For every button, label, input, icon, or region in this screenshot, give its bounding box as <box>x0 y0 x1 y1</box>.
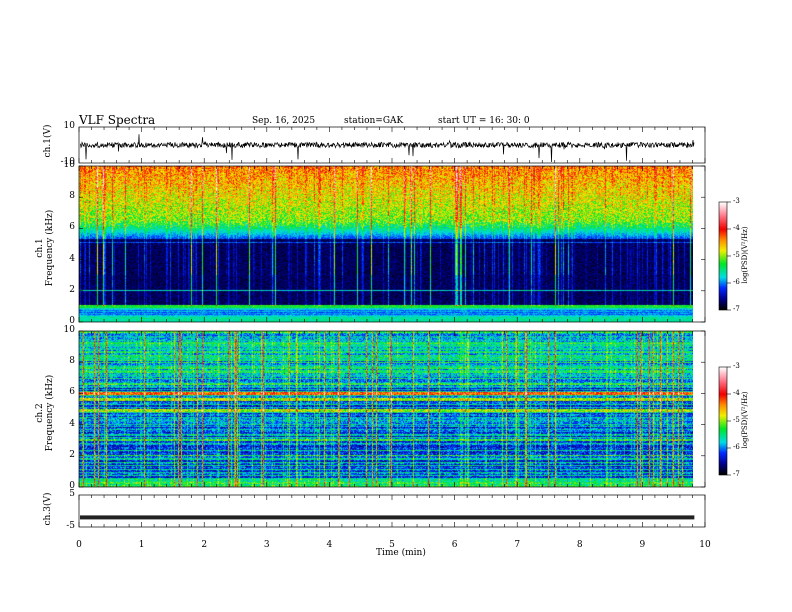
colorbar-tick-label: -3 <box>733 362 740 370</box>
panel-frame <box>78 165 706 323</box>
ch1-spec-ylabel: ch.1 Frequency (kHz) <box>35 198 55 298</box>
y-tick-label: 6 <box>69 387 75 398</box>
y-tick-label: 5 <box>69 489 75 499</box>
colorbar-tick-label: -6 <box>733 278 740 286</box>
panel-frame <box>78 330 706 488</box>
y-tick-label: 10 <box>63 160 75 170</box>
y-tick-label: 2 <box>69 284 75 295</box>
y-tick-label: 8 <box>69 356 75 367</box>
y-tick-label: 8 <box>69 191 75 202</box>
x-tick-label: 0 <box>76 540 82 550</box>
ch3-waveform-line <box>80 515 695 520</box>
vlf-spectra-figure: VLF Spectra Sep. 16, 2025 station=GAK st… <box>0 0 792 612</box>
y-tick-label: 10 <box>63 325 75 335</box>
y-tick-label: 6 <box>69 222 75 233</box>
colorbar-tick-label: -5 <box>733 416 740 424</box>
colorbar-tick-label: -4 <box>733 389 740 397</box>
colorbar-tick-label: -4 <box>733 224 740 232</box>
x-tick-label: 1 <box>138 540 145 550</box>
colorbar-tick-label: -7 <box>733 470 740 478</box>
x-tick-label: 6 <box>451 540 458 550</box>
x-tick-label: 7 <box>514 540 521 550</box>
ch3-ylabel: ch.3(V) <box>43 492 53 526</box>
colorbar-tick-label: -7 <box>733 305 740 313</box>
colorbar-tick-label: -6 <box>733 443 740 451</box>
x-tick-label: 4 <box>326 540 333 550</box>
x-tick-label: 8 <box>576 540 583 550</box>
colorbar-tick-label: -5 <box>733 251 740 259</box>
ch2-spec-ylabel-line2: Frequency (kHz) <box>45 374 55 452</box>
x-tick-label: 3 <box>263 540 270 550</box>
x-tick-label: 10 <box>699 540 711 550</box>
x-axis-label: Time (min) <box>376 548 426 558</box>
ch1-spec-ylabel-line1: ch.1 <box>35 238 45 258</box>
ch2-spec-ylabel-line1: ch.2 <box>35 403 45 423</box>
ch1-spec-ylabel-line2: Frequency (kHz) <box>45 209 55 287</box>
x-tick-label: 5 <box>389 540 395 550</box>
ch2-spec-ylabel: ch.2 Frequency (kHz) <box>35 363 55 463</box>
ch1-colorbar-label: log(PSD)(V²/Hz) <box>741 226 749 284</box>
ch2-colorbar-label: log(PSD)(V²/Hz) <box>741 391 749 449</box>
ch1-ylabel: ch.1(V) <box>43 124 53 158</box>
y-tick-label: 4 <box>69 253 75 264</box>
x-tick-label: 2 <box>201 540 208 550</box>
x-tick-label: 9 <box>639 540 646 550</box>
y-tick-label: 2 <box>69 449 75 460</box>
y-tick-label: -5 <box>66 521 75 531</box>
colorbar-frame <box>718 201 728 311</box>
y-tick-label: 4 <box>69 418 75 429</box>
ch1-waveform-line <box>79 134 695 163</box>
colorbar-frame <box>718 366 728 476</box>
y-tick-label: 10 <box>63 121 75 131</box>
axes-overlay <box>78 126 731 528</box>
colorbar-tick-label: -3 <box>733 197 740 205</box>
